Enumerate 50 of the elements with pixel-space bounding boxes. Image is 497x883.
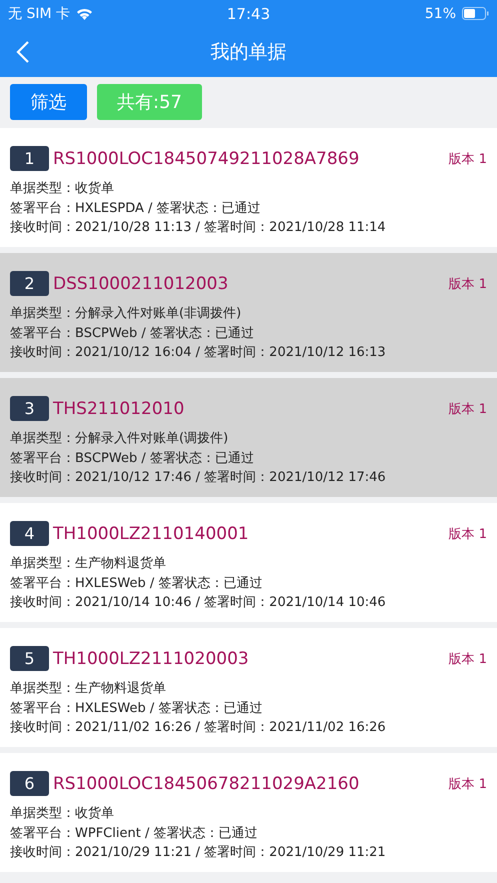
document-detail: 签署平台：BSCPWeb / 签署状态：已通过 — [10, 324, 255, 342]
document-detail: 单据类型：生产物料退货单 — [10, 680, 167, 698]
document-card[interactable]: 6 RS1000LOC18450678211029A2160 版本 1 单据类型：收货单 签署平台：WPFClient / 签署状态：已通过 接收时间：2021/10/29 11:21 / 签署时间：2021/10/29 11:21 — [0, 753, 497, 872]
version-label: 版本 1 — [448, 776, 487, 792]
document-detail: 单据类型：生产物料退货单 — [10, 555, 167, 573]
carrier-label: 无 SIM 卡 — [8, 4, 70, 22]
version-label: 版本 1 — [448, 400, 487, 418]
index-badge: 1 — [10, 146, 49, 171]
battery-icon — [462, 7, 489, 20]
index-badge: 2 — [10, 271, 49, 296]
document-number: DSS1000211012003 — [53, 274, 230, 294]
document-number: TH1000LZ2111020003 — [53, 648, 250, 668]
index-badge: 6 — [10, 771, 49, 796]
document-detail: 单据类型：分解录入件对账单(非调拨件) — [10, 305, 242, 323]
document-detail: 签署平台：WPFClient / 签署状态：已通过 — [10, 824, 258, 842]
back-icon[interactable] — [16, 41, 30, 63]
wifi-icon — [76, 7, 93, 20]
document-detail: 单据类型：分解录入件对账单(调拨件) — [10, 430, 230, 448]
document-detail: 接收时间：2021/10/14 10:46 / 签署时间：2021/10/14 10:46 — [10, 594, 387, 612]
filter-button[interactable]: 筛选 — [10, 84, 87, 120]
document-detail: 接收时间：2021/10/28 11:13 / 签署时间：2021/10/28 11:14 — [10, 219, 387, 237]
version-label: 版本 1 — [448, 276, 487, 292]
battery-percent: 51% — [424, 6, 456, 22]
document-number: RS1000LOC18450749211028A7869 — [53, 148, 360, 168]
version-label: 版本 1 — [448, 526, 487, 542]
version-label: 版本 1 — [448, 650, 487, 668]
document-card[interactable]: 4 TH1000LZ2110140001 版本 1 单据类型：生产物料退货单 签署平台：HXLESWeb / 签署状态：已通过 接收时间：2021/10/14 10:46 / 签署时间：2021/10/14 10:46 — [0, 503, 497, 622]
document-number: TH1000LZ2110140001 — [53, 524, 250, 544]
document-number: RS1000LOC18450678211029A2160 — [53, 774, 360, 794]
index-badge: 5 — [10, 646, 49, 671]
document-detail: 签署平台：BSCPWeb / 签署状态：已通过 — [10, 450, 255, 468]
document-detail: 接收时间：2021/11/02 16:26 / 签署时间：2021/11/02 16:26 — [10, 719, 387, 737]
document-detail: 接收时间：2021/10/12 17:46 / 签署时间：2021/10/12 17:46 — [10, 469, 387, 487]
document-detail: 接收时间：2021/10/12 16:04 / 签署时间：2021/10/12 16:13 — [10, 344, 387, 362]
document-detail: 单据类型：收货单 — [10, 180, 115, 198]
index-badge: 4 — [10, 521, 49, 546]
document-card[interactable]: 2 DSS1000211012003 版本 1 单据类型：分解录入件对账单(非调拨件) 签署平台：BSCPWeb / 签署状态：已通过 接收时间：2021/10/12 16:04 / 签署时间：2021/10/12 16:13 — [0, 253, 497, 372]
page-title: 我的单据 — [210, 40, 286, 65]
document-detail: 接收时间：2021/10/29 11:21 / 签署时间：2021/10/29 11:21 — [10, 844, 387, 862]
document-card[interactable]: 3 THS211012010 版本 1 单据类型：分解录入件对账单(调拨件) 签署平台：BSCPWeb / 签署状态：已通过 接收时间：2021/10/12 17:46 / 签署时间：2021/10/12 17:46 — [0, 378, 497, 497]
document-card[interactable]: 5 TH1000LZ2111020003 版本 1 单据类型：生产物料退货单 签署平台：HXLESWeb / 签署状态：已通过 接收时间：2021/11/02 16:26 / 签署时间：2021/11/02 16:26 — [0, 628, 497, 747]
document-detail: 签署平台：HXLESWeb / 签署状态：已通过 — [10, 700, 264, 718]
document-detail: 签署平台：HXLESWeb / 签署状态：已通过 — [10, 574, 264, 592]
index-badge: 3 — [10, 396, 49, 421]
version-label: 版本 1 — [448, 150, 487, 168]
status-time: 17:43 — [226, 4, 270, 22]
document-number: THS211012010 — [53, 398, 186, 418]
document-detail: 单据类型：收货单 — [10, 805, 115, 823]
document-detail: 签署平台：HXLESPDA / 签署状态：已通过 — [10, 200, 262, 218]
document-card[interactable]: 1 RS1000LOC18450749211028A7869 版本 1 单据类型：收货单 签署平台：HXLESPDA / 签署状态：已通过 接收时间：2021/10/28 11:13 / 签署时间：2021/10/28 11:14 — [0, 128, 497, 247]
